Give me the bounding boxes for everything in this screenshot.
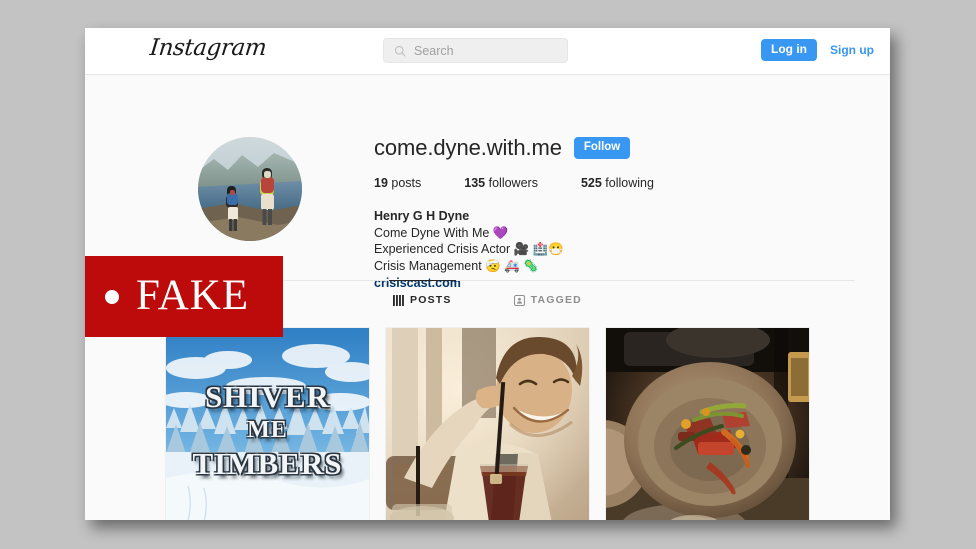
post-image [386,328,589,520]
auth-actions: Log in Sign up [761,39,874,62]
log-in-button[interactable]: Log in [761,39,817,62]
profile-stats: 19 posts 135 followers 525 following [374,176,804,190]
stat-posts-label: posts [391,176,422,190]
profile-full-name: Henry G H Dyne [374,209,470,223]
tagged-person-icon [513,294,525,306]
top-navigation-bar: Instagram Search Log in Sign up [85,28,890,75]
profile-bio: Henry G H Dyne Come Dyne With Me 💜 Exper… [374,208,804,292]
avatar[interactable] [198,137,302,241]
profile-header: come.dyne.with.me Follow 19 posts 135 fo… [85,75,890,337]
search-input[interactable]: Search [383,38,568,63]
stat-followers-value: 135 [464,176,486,190]
stat-posts[interactable]: 19 posts [374,176,421,190]
profile-details: come.dyne.with.me Follow 19 posts 135 fo… [374,135,804,292]
instagram-logo[interactable]: Instagram [149,35,268,61]
follow-button[interactable]: Follow [573,137,631,159]
post-thumbnail[interactable] [605,327,810,520]
sign-up-link[interactable]: Sign up [830,43,874,57]
search-placeholder: Search [414,43,454,58]
bullet-dot-icon [105,289,119,304]
tab-tagged[interactable]: TAGGED [510,280,586,317]
search-icon [394,45,406,57]
post-image [166,328,369,520]
stat-following-value: 525 [580,176,602,190]
fake-label: FAKE [136,271,250,319]
grid-icon [393,294,404,306]
stat-followers-label: followers [488,176,538,190]
stat-followers[interactable]: 135 followers [464,176,538,190]
stat-following[interactable]: 525 following [581,176,654,190]
post-thumbnail[interactable] [385,327,590,520]
stat-following-label: following [605,176,654,190]
stat-posts-value: 19 [374,176,388,190]
username-row: come.dyne.with.me Follow [374,135,804,161]
page-title: come.dyne.with.me [374,135,562,160]
tab-tagged-label: TAGGED [530,294,582,306]
fake-overlay-banner: FAKE [85,256,283,337]
avatar-image [198,137,302,241]
post-grid: SHIVER ME TIMBERS [85,327,890,520]
tab-posts-label: POSTS [410,294,452,306]
browser-window: Instagram Search Log in Sign up come.dyn… [85,28,890,520]
bio-line-3: Crisis Management 🤕 🚑 🦠 [374,258,539,273]
tab-posts[interactable]: POSTS [389,280,456,317]
post-thumbnail[interactable]: SHIVER ME TIMBERS [165,327,370,520]
post-image [606,328,809,520]
bio-line-2: Experienced Crisis Actor 🎥 🏥😷 [374,242,564,256]
bio-line-1: Come Dyne With Me 💜 [374,225,509,240]
